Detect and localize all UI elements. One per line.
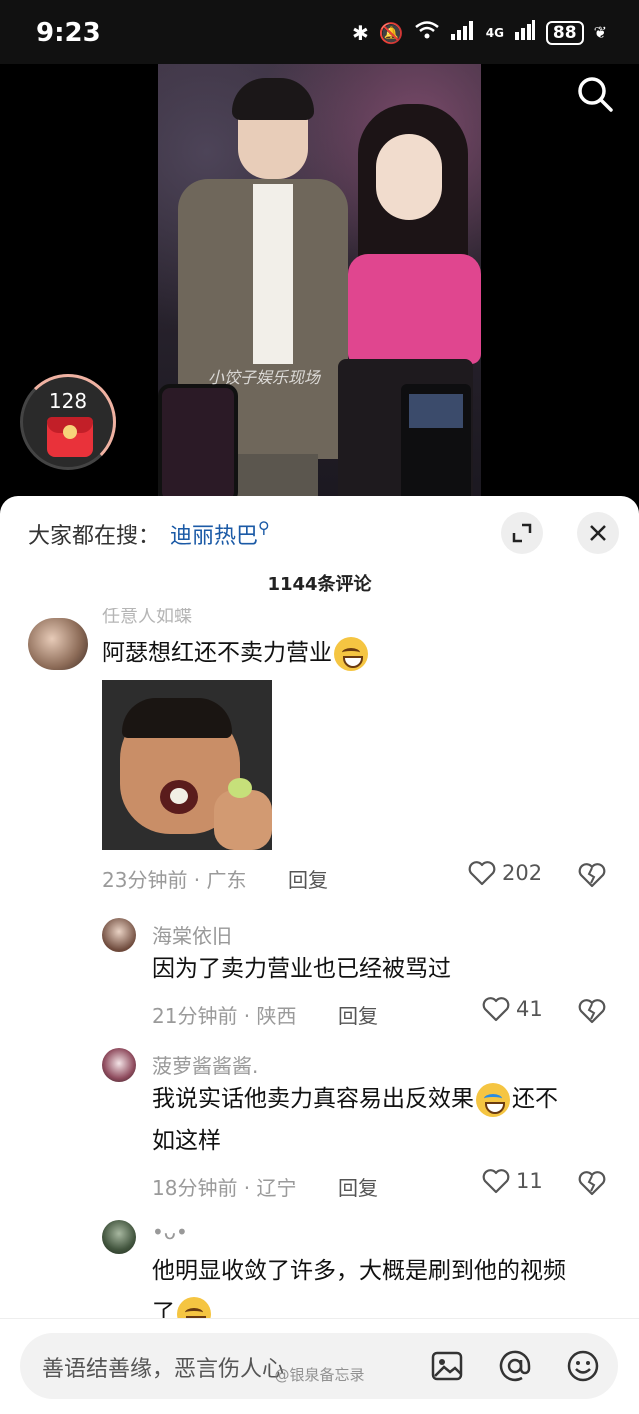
heart-icon bbox=[482, 997, 510, 1022]
comment-text: 他明显收敛了许多，大概是刷到他的视频 了 bbox=[152, 1250, 622, 1318]
comment-username[interactable]: 任意人如蝶 bbox=[102, 608, 192, 628]
hot-search-term[interactable]: 迪丽热巴 bbox=[170, 524, 258, 549]
reply-button[interactable]: 回复 bbox=[338, 1172, 378, 1201]
small-search-icon: ⚲ bbox=[258, 518, 270, 537]
expand-button[interactable] bbox=[501, 512, 543, 554]
avatar[interactable] bbox=[102, 1048, 136, 1082]
reply-button[interactable]: 回复 bbox=[338, 1000, 378, 1029]
avatar[interactable] bbox=[102, 1220, 136, 1254]
comment-username[interactable]: •ᴗ• bbox=[152, 1220, 188, 1244]
status-bar: 9:23 ✱ 🔕 4G 88 ❦ bbox=[0, 0, 639, 64]
status-icons: ✱ 🔕 4G 88 ❦ bbox=[352, 20, 607, 45]
network-type: 4G bbox=[485, 25, 504, 40]
reply-item: •ᴗ• 他明显收敛了许多，大概是刷到他的视频 了 bbox=[0, 1214, 639, 1318]
red-packet-widget[interactable]: 128 bbox=[20, 374, 116, 470]
red-packet-count: 128 bbox=[48, 389, 88, 413]
grin-emoji bbox=[334, 636, 368, 671]
comment-username[interactable]: 海棠依旧 bbox=[152, 920, 232, 949]
like-count: 202 bbox=[502, 861, 543, 885]
bluetooth-icon: ✱ bbox=[352, 20, 369, 45]
like-button[interactable]: 41 bbox=[482, 996, 543, 1022]
comment-username[interactable]: 菠萝酱酱酱. bbox=[152, 1050, 258, 1079]
like-button[interactable]: 11 bbox=[482, 1168, 543, 1194]
close-button[interactable] bbox=[577, 512, 619, 554]
crying-emoji bbox=[476, 1082, 510, 1117]
reply-item: 海棠依旧 因为了卖力营业也已经被骂过 21分钟前 · 陕西 回复 41 bbox=[0, 908, 639, 1028]
source-watermark: @银泉备忘录 bbox=[274, 1366, 365, 1384]
signal-icon bbox=[450, 20, 476, 45]
hot-search[interactable]: 大家都在搜： 迪丽热巴⚲ bbox=[28, 518, 270, 550]
grin-emoji bbox=[177, 1296, 211, 1318]
search-icon[interactable] bbox=[575, 74, 615, 114]
sheet-header: 大家都在搜： 迪丽热巴⚲ 1144条评论 bbox=[0, 496, 639, 606]
comment-text: 我说实话他卖力真容易出反效果 还不 如这样 bbox=[152, 1078, 612, 1162]
dislike-button[interactable] bbox=[578, 862, 606, 892]
close-icon bbox=[590, 525, 606, 541]
wifi-icon bbox=[414, 20, 440, 45]
comment-sheet: 大家都在搜： 迪丽热巴⚲ 1144条评论 任意人如蝶 阿瑟想红还不卖力营业 23分… bbox=[0, 496, 639, 1414]
leaf-icon: ❦ bbox=[593, 23, 607, 42]
status-time: 9:23 bbox=[36, 18, 101, 48]
comment-sticker-image[interactable] bbox=[102, 680, 272, 850]
comment-list[interactable]: 任意人如蝶 阿瑟想红还不卖力营业 23分钟前 · 广东 回复 202 海棠依旧 bbox=[0, 608, 639, 1318]
video-watermark: 小饺子娱乐现场 bbox=[208, 368, 321, 387]
video-frame[interactable]: 小饺子娱乐现场 bbox=[158, 64, 481, 504]
comment-count: 1144条评论 bbox=[267, 574, 372, 595]
foreground-camera bbox=[401, 384, 471, 504]
comment-meta: 23分钟前 · 广东 bbox=[102, 868, 247, 892]
like-count: 11 bbox=[516, 1169, 543, 1193]
comment-text: 因为了卖力营业也已经被骂过 bbox=[152, 956, 451, 982]
signal-icon-2 bbox=[514, 20, 536, 45]
avatar[interactable] bbox=[28, 618, 88, 670]
comment-item: 任意人如蝶 阿瑟想红还不卖力营业 23分钟前 · 广东 回复 202 bbox=[0, 608, 639, 898]
comment-text: 阿瑟想红还不卖力营业 bbox=[102, 632, 370, 674]
like-button[interactable]: 202 bbox=[468, 860, 542, 886]
dislike-button[interactable] bbox=[578, 1170, 606, 1200]
red-envelope-icon bbox=[47, 417, 93, 457]
reply-button[interactable]: 回复 bbox=[288, 864, 328, 893]
mute-icon: 🔕 bbox=[378, 20, 404, 45]
broken-heart-icon bbox=[578, 999, 606, 1024]
broken-heart-icon bbox=[578, 863, 606, 888]
heart-icon bbox=[468, 861, 496, 886]
comment-meta: 18分钟前 · 辽宁 bbox=[152, 1176, 297, 1200]
foreground-phone bbox=[158, 384, 238, 504]
dislike-button[interactable] bbox=[578, 998, 606, 1028]
broken-heart-icon bbox=[578, 1171, 606, 1196]
like-count: 41 bbox=[516, 997, 543, 1021]
comment-meta: 21分钟前 · 陕西 bbox=[152, 1004, 297, 1028]
reply-item: 菠萝酱酱酱. 我说实话他卖力真容易出反效果 还不 如这样 18分钟前 · 辽宁 回… bbox=[0, 1040, 639, 1200]
expand-icon bbox=[512, 523, 532, 543]
hot-search-label: 大家都在搜： bbox=[28, 524, 161, 549]
avatar[interactable] bbox=[102, 918, 136, 952]
battery-indicator: 88 bbox=[545, 20, 584, 45]
heart-icon bbox=[482, 1169, 510, 1194]
